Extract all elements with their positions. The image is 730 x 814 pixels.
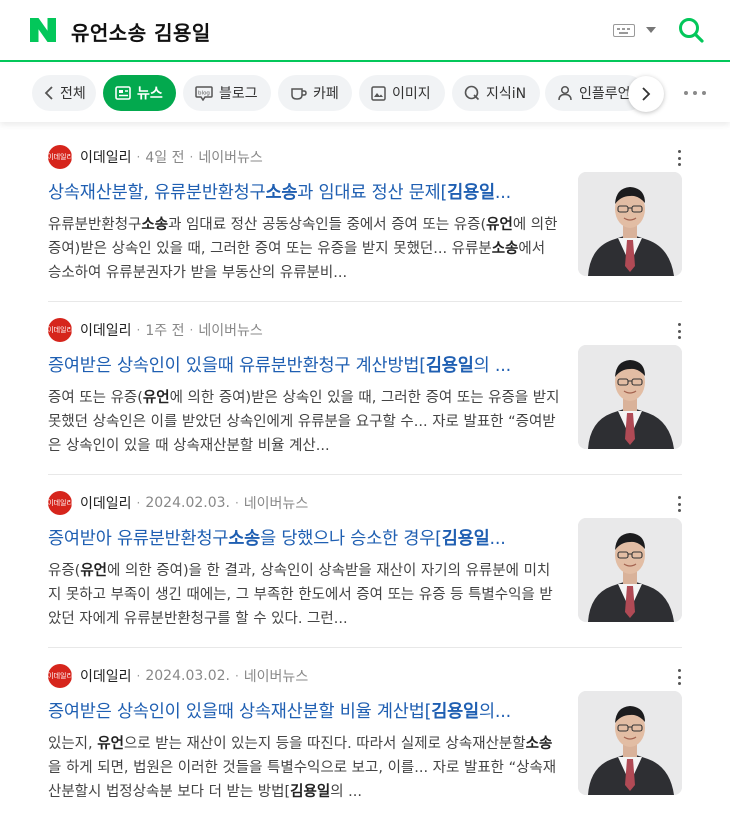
more-tabs-icon[interactable] bbox=[684, 91, 706, 97]
cafe-icon bbox=[291, 87, 307, 100]
naver-news-link[interactable]: 네이버뉴스 bbox=[198, 147, 262, 167]
chevron-left-icon bbox=[44, 86, 53, 100]
search-tabs: 전체 뉴스 blog 블로그 카페 이미지 지식iN 인플루언서 bbox=[0, 64, 730, 122]
press-name[interactable]: 이데일리 bbox=[80, 147, 132, 167]
published-date: 4일 전 bbox=[145, 150, 185, 166]
separator-dot: · bbox=[136, 323, 141, 337]
tab-all[interactable]: 전체 bbox=[32, 75, 96, 111]
separator-dot: · bbox=[234, 669, 239, 683]
separator-dot: · bbox=[189, 150, 194, 164]
news-snippet[interactable]: 있는지, 유언으로 받는 재산이 있는지 등을 따진다. 따라서 실제로 상속재… bbox=[48, 732, 562, 804]
news-snippet[interactable]: 유류분반환청구소송과 임대료 정산 공동상속인들 중에서 증여 또는 유증(유언… bbox=[48, 213, 562, 285]
news-title-link[interactable]: 증여받은 상속인이 있을때 유류분반환청구 계산방법[김용일의 ... bbox=[48, 352, 560, 377]
press-logo-text: 이데일리 bbox=[48, 672, 72, 680]
result-divider bbox=[48, 301, 682, 302]
news-thumbnail[interactable] bbox=[578, 345, 682, 449]
search-header: 유언소송 김용일 bbox=[0, 0, 730, 62]
news-source-row: 이데일리 이데일리 · 1주 전 · 네이버뉴스 bbox=[48, 318, 263, 342]
tab-blog[interactable]: blog 블로그 bbox=[183, 75, 271, 111]
news-source-row: 이데일리 이데일리 · 2024.03.02. · 네이버뉴스 bbox=[48, 664, 308, 688]
separator-dot: · bbox=[136, 496, 141, 510]
more-options-icon[interactable] bbox=[678, 150, 682, 166]
tab-news[interactable]: 뉴스 bbox=[103, 75, 176, 111]
image-icon bbox=[371, 85, 386, 101]
person-portrait-image bbox=[578, 172, 682, 276]
result-divider bbox=[48, 474, 682, 475]
news-snippet[interactable]: 증여 또는 유증(유언에 의한 증여)받은 상속인 있을 때, 그러한 증여 또… bbox=[48, 386, 562, 458]
more-options-icon[interactable] bbox=[678, 323, 682, 339]
svg-text:blog: blog bbox=[198, 90, 210, 96]
separator-dot: · bbox=[136, 150, 141, 164]
naver-logo-icon[interactable] bbox=[30, 18, 56, 42]
press-logo-text: 이데일리 bbox=[48, 326, 72, 334]
news-thumbnail[interactable] bbox=[578, 691, 682, 795]
tab-label: 뉴스 bbox=[137, 86, 163, 102]
press-logo-text: 이데일리 bbox=[48, 153, 72, 161]
news-title-link[interactable]: 증여받아 유류분반환청구소송을 당했으나 승소한 경우[김용일... bbox=[48, 525, 560, 550]
chevron-down-icon[interactable] bbox=[646, 27, 656, 33]
search-query-text[interactable]: 유언소송 김용일 bbox=[71, 17, 211, 46]
published-date: 1주 전 bbox=[145, 323, 185, 339]
naver-news-link[interactable]: 네이버뉴스 bbox=[244, 666, 308, 686]
news-source-row: 이데일리 이데일리 · 2024.02.03. · 네이버뉴스 bbox=[48, 491, 308, 515]
person-portrait-image bbox=[578, 691, 682, 795]
kin-icon bbox=[464, 85, 480, 101]
naver-news-link[interactable]: 네이버뉴스 bbox=[244, 493, 308, 513]
news-thumbnail[interactable] bbox=[578, 518, 682, 622]
press-logo-text: 이데일리 bbox=[48, 499, 72, 507]
tab-image[interactable]: 이미지 bbox=[359, 75, 445, 111]
news-icon bbox=[115, 86, 131, 100]
news-snippet[interactable]: 유증(유언에 의한 증여)을 한 결과, 상속인이 상속받을 재산이 자기의 유… bbox=[48, 559, 562, 631]
news-source-row: 이데일리 이데일리 · 4일 전 · 네이버뉴스 bbox=[48, 145, 263, 169]
more-options-icon[interactable] bbox=[678, 669, 682, 685]
news-title-link[interactable]: 증여받은 상속인이 있을때 상속재산분할 비율 계산법[김용일의... bbox=[48, 698, 560, 723]
more-options-icon[interactable] bbox=[678, 496, 682, 512]
tab-label: 이미지 bbox=[392, 86, 431, 102]
news-result-item: 이데일리 이데일리 · 2024.03.02. · 네이버뉴스 증여받은 상속인… bbox=[48, 664, 682, 814]
naver-news-link[interactable]: 네이버뉴스 bbox=[198, 320, 262, 340]
person-portrait-image bbox=[578, 518, 682, 622]
press-name[interactable]: 이데일리 bbox=[80, 320, 132, 340]
published-date: 2024.03.02. bbox=[145, 668, 230, 684]
news-result-item: 이데일리 이데일리 · 1주 전 · 네이버뉴스 증여받은 상속인이 있을때 유… bbox=[48, 318, 682, 490]
press-logo[interactable]: 이데일리 bbox=[48, 491, 72, 515]
press-name[interactable]: 이데일리 bbox=[80, 493, 132, 513]
separator-dot: · bbox=[189, 323, 194, 337]
tab-label: 카페 bbox=[313, 86, 339, 102]
tab-kin[interactable]: 지식iN bbox=[452, 75, 540, 111]
news-thumbnail[interactable] bbox=[578, 172, 682, 276]
keyboard-icon[interactable] bbox=[613, 24, 635, 37]
tab-label: 블로그 bbox=[219, 86, 258, 102]
press-logo[interactable]: 이데일리 bbox=[48, 664, 72, 688]
search-icon[interactable] bbox=[678, 17, 704, 43]
news-result-item: 이데일리 이데일리 · 4일 전 · 네이버뉴스 상속재산분할, 유류분반환청구… bbox=[48, 145, 682, 317]
blog-icon: blog bbox=[195, 85, 213, 101]
tab-label: 지식iN bbox=[486, 86, 527, 102]
result-divider bbox=[48, 647, 682, 648]
person-icon bbox=[558, 85, 572, 101]
tab-cafe[interactable]: 카페 bbox=[278, 75, 352, 111]
separator-dot: · bbox=[234, 496, 239, 510]
separator-dot: · bbox=[136, 669, 141, 683]
published-date: 2024.02.03. bbox=[145, 495, 230, 511]
person-portrait-image bbox=[578, 345, 682, 449]
press-logo[interactable]: 이데일리 bbox=[48, 318, 72, 342]
tabs-next-button[interactable] bbox=[628, 76, 664, 112]
press-name[interactable]: 이데일리 bbox=[80, 666, 132, 686]
news-result-item: 이데일리 이데일리 · 2024.02.03. · 네이버뉴스 증여받아 유류분… bbox=[48, 491, 682, 663]
news-title-link[interactable]: 상속재산분할, 유류분반환청구소송과 임대료 정산 문제[김용일... bbox=[48, 179, 560, 204]
press-logo[interactable]: 이데일리 bbox=[48, 145, 72, 169]
tab-label: 전체 bbox=[60, 86, 86, 102]
chevron-right-icon bbox=[642, 87, 651, 101]
